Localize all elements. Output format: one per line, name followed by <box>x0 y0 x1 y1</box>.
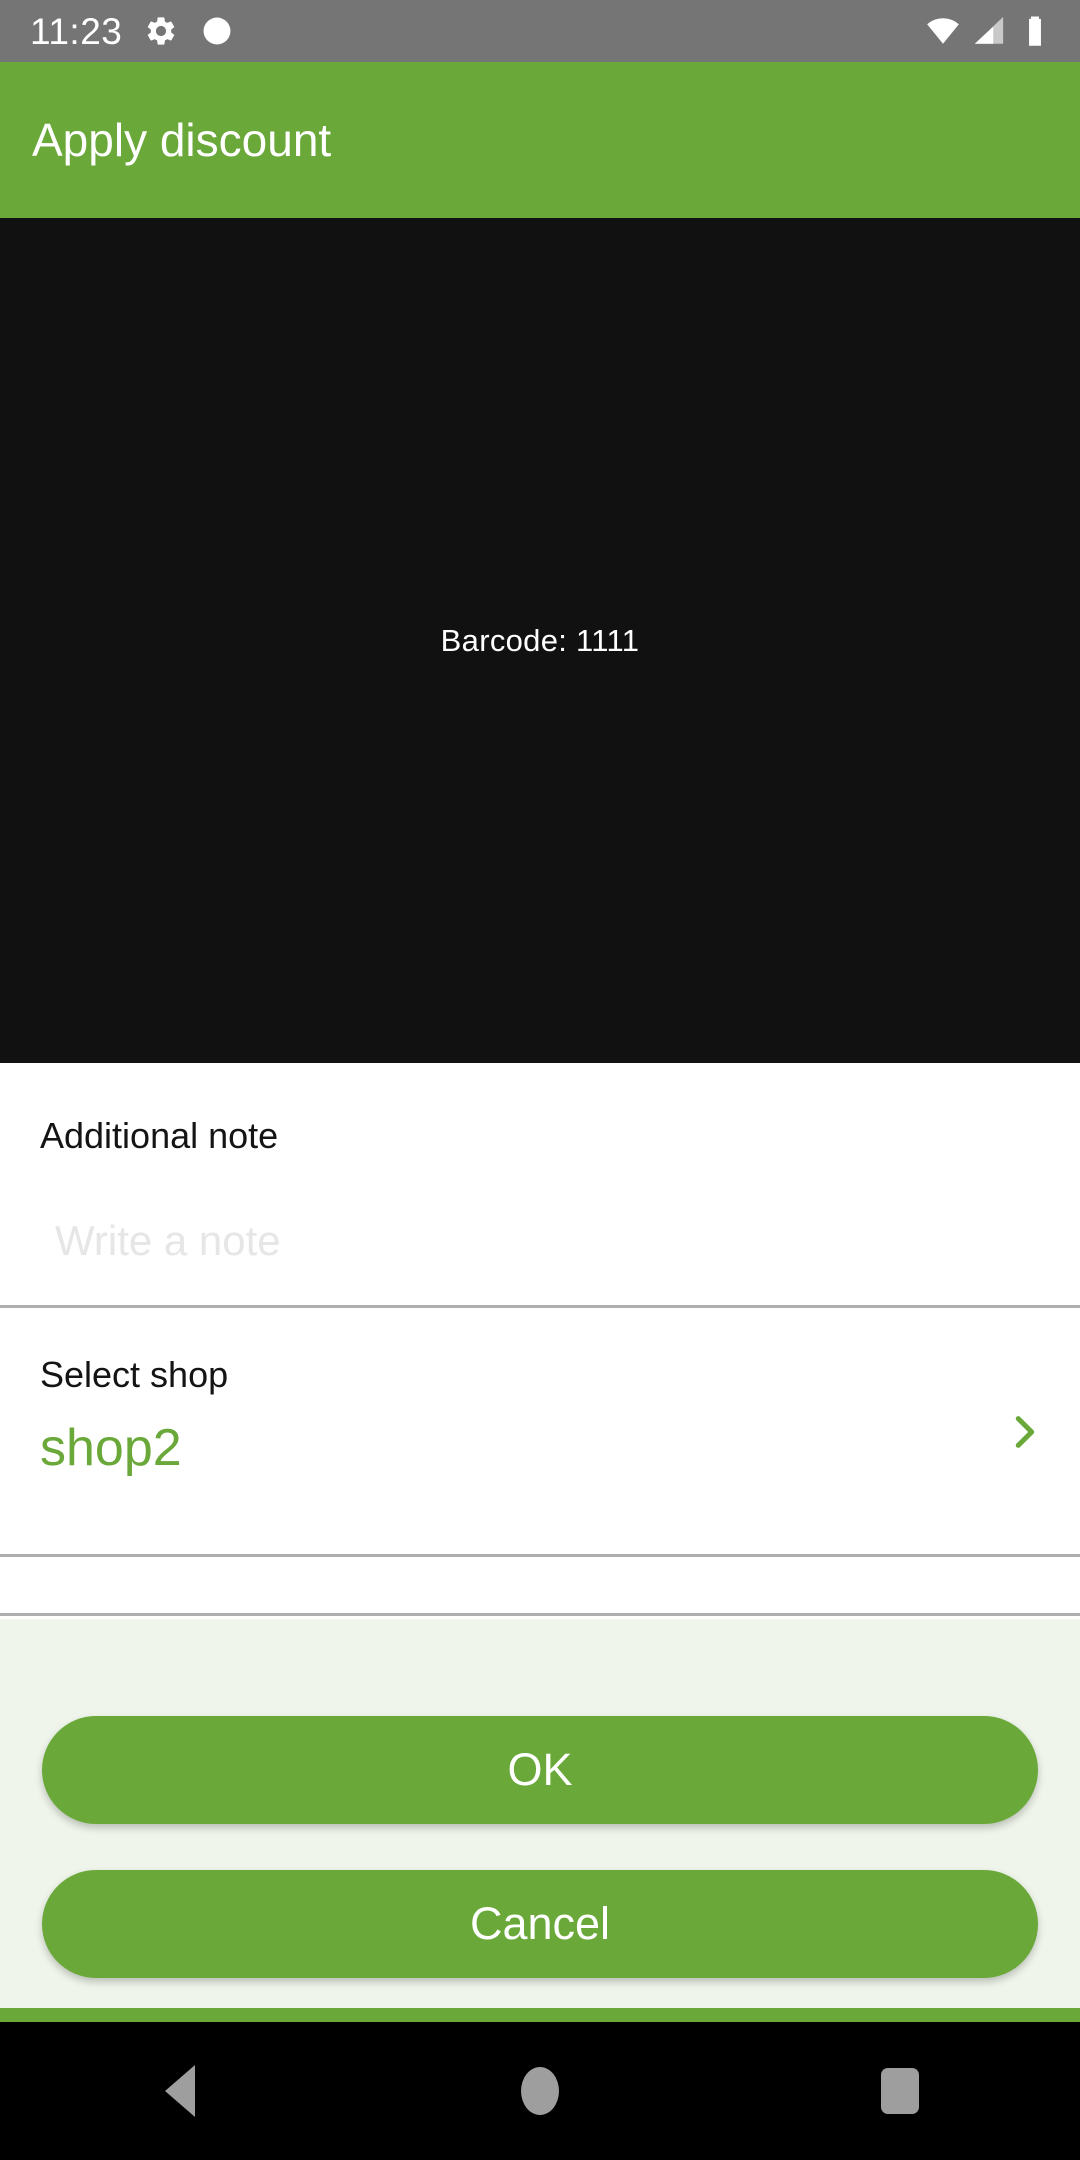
nav-recents-button[interactable] <box>810 2022 990 2160</box>
status-bar: 11:23 <box>0 0 1080 62</box>
recents-square-icon <box>881 2068 919 2114</box>
phone-screen: 11:23 Apply discount Barcode: 1111 Addit… <box>0 0 1080 2160</box>
back-triangle-icon <box>165 2065 195 2117</box>
app-bar: Apply discount <box>0 62 1080 218</box>
nav-home-button[interactable] <box>450 2022 630 2160</box>
camera-preview[interactable]: Barcode: 1111 <box>0 218 1080 1063</box>
select-shop-value: shop2 <box>40 1419 182 1477</box>
status-bar-clock: 11:23 <box>30 10 123 52</box>
note-input[interactable] <box>55 1217 1015 1265</box>
additional-note-label: Additional note <box>40 1115 279 1156</box>
status-bar-right-group <box>926 14 1080 48</box>
cancel-button[interactable]: Cancel <box>42 1870 1038 1978</box>
wifi-icon <box>927 18 959 44</box>
ok-button[interactable]: OK <box>42 1716 1038 1824</box>
additional-note-row: Additional note <box>0 1065 1080 1308</box>
select-shop-label: Select shop <box>40 1354 229 1395</box>
nav-back-button[interactable] <box>90 2022 270 2160</box>
bottom-accent-strip <box>0 2008 1080 2022</box>
android-nav-bar <box>0 2022 1080 2160</box>
battery-icon <box>1029 16 1041 46</box>
circle-icon <box>203 17 231 45</box>
status-bar-left-group: 11:23 <box>0 13 234 50</box>
action-button-panel: OK Cancel <box>0 1619 1080 2008</box>
chevron-right-icon[interactable] <box>1001 1409 1047 1455</box>
cell-signal-icon <box>974 16 1004 44</box>
empty-row <box>0 1559 1080 1616</box>
barcode-readout-text: Barcode: 1111 <box>440 622 640 658</box>
select-shop-row[interactable]: Select shop shop2 <box>0 1310 1080 1557</box>
page-title: Apply discount <box>32 114 332 166</box>
home-circle-icon <box>521 2067 559 2115</box>
gear-icon <box>148 17 175 45</box>
